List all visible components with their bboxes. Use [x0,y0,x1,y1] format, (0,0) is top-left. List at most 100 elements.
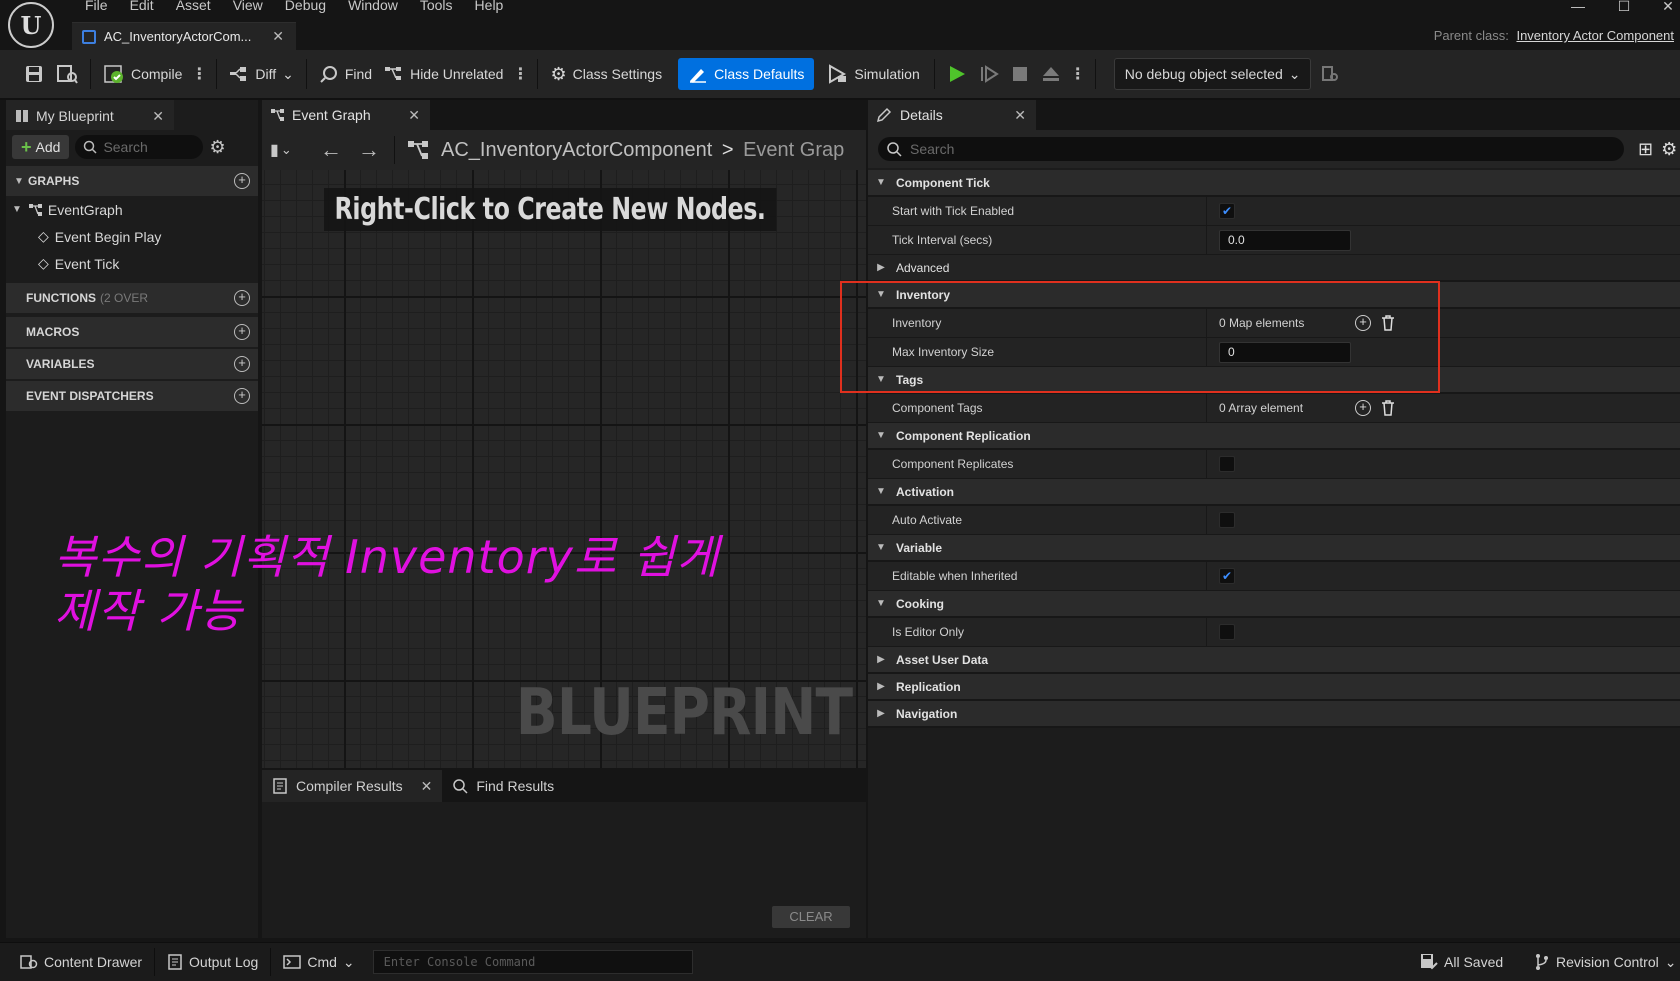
hide-unrelated-button[interactable]: Hide Unrelated [378,58,509,90]
breadcrumb-asset[interactable]: AC_InventoryActorComponent [441,139,712,161]
class-defaults-button[interactable]: Class Defaults [678,58,815,90]
close-tab-icon[interactable]: ✕ [152,108,164,125]
compile-button[interactable]: Compile [97,58,188,90]
hide-unrelated-options-icon[interactable]: ⋮ [509,64,531,84]
section-tags[interactable]: ▼ Tags [868,367,1680,394]
class-settings-button[interactable]: ⚙ Class Settings [544,58,668,90]
section-replication[interactable]: ▶ Replication [868,674,1680,701]
details-tab[interactable]: Details ✕ [868,100,1036,130]
functions-section[interactable]: FUNCTIONS (2 OVER + [6,283,258,313]
menu-debug[interactable]: Debug [274,0,337,14]
find-results-tab[interactable]: Find Results [442,770,564,802]
section-inventory[interactable]: ▼ Inventory [868,282,1680,309]
section-component-tick[interactable]: ▼ Component Tick [868,170,1680,197]
my-blueprint-search[interactable]: Search [75,135,204,159]
menu-view[interactable]: View [222,0,274,14]
find-button[interactable]: Find [313,58,378,90]
step-button[interactable] [973,58,1005,90]
my-blueprint-tab[interactable]: My Blueprint ✕ [6,100,174,130]
menu-file[interactable]: File [74,0,119,14]
document-tab[interactable]: AC_InventoryActorCom... ✕ [72,22,296,50]
forward-arrow-icon[interactable]: → [352,137,386,163]
back-arrow-icon[interactable]: ← [314,137,348,163]
component-replicates-checkbox[interactable] [1219,456,1235,472]
tick-interval-input[interactable]: 0.0 [1219,229,1351,251]
clear-button[interactable]: CLEAR [772,906,850,928]
is-editor-only-checkbox[interactable] [1219,624,1235,640]
output-log-button[interactable]: Output Log [159,947,266,977]
section-label: Activation [896,484,955,499]
add-button[interactable]: + Add [12,135,70,159]
graphs-section[interactable]: ▼ GRAPHS + [6,166,258,196]
menu-tools[interactable]: Tools [409,0,464,14]
tree-item-eventgraph[interactable]: ▼ EventGraph [6,196,258,223]
section-component-replication[interactable]: ▼ Component Replication [868,423,1680,450]
bookmark-button[interactable]: ▮ ⌄ [270,140,310,160]
eject-button[interactable] [1035,58,1067,90]
compiler-results-tab[interactable]: Compiler Results ✕ [262,770,443,802]
play-options-icon[interactable]: ⋮ [1067,64,1089,84]
content-drawer-label: Content Drawer [44,954,143,970]
compile-options-icon[interactable]: ⋮ [188,64,210,84]
browse-button[interactable] [50,58,84,90]
add-variable-icon[interactable]: + [234,356,250,372]
add-graph-icon[interactable]: + [234,173,250,189]
property-tick-interval: Tick Interval (secs) 0.0 [868,226,1680,255]
revision-control-button[interactable]: Revision Control ⌄ [1534,947,1676,977]
console-input[interactable]: Enter Console Command [372,950,693,974]
details-search-input[interactable]: Search [878,137,1624,161]
event-graph-tab[interactable]: Event Graph ✕ [262,100,430,130]
gear-icon[interactable]: ⚙ [209,137,225,158]
add-function-icon[interactable]: + [234,290,250,306]
section-variable[interactable]: ▼ Variable [868,535,1680,562]
start-tick-checkbox[interactable]: ✔ [1219,203,1235,219]
editable-inherited-checkbox[interactable]: ✔ [1219,568,1235,584]
minimize-icon[interactable]: — [1568,0,1588,14]
section-activation[interactable]: ▼ Activation [868,479,1680,506]
trash-icon[interactable] [1381,400,1395,416]
section-advanced[interactable]: ▶ Advanced [868,255,1680,282]
save-button[interactable] [18,58,50,90]
close-window-icon[interactable]: ✕ [1658,0,1678,14]
add-dispatcher-icon[interactable]: + [234,388,250,404]
gear-icon[interactable]: ⚙ [1661,139,1677,160]
add-element-icon[interactable]: + [1355,400,1371,416]
close-tab-icon[interactable]: ✕ [272,28,284,45]
section-asset-user-data[interactable]: ▶ Asset User Data [868,647,1680,674]
menu-edit[interactable]: Edit [119,0,165,14]
section-navigation[interactable]: ▶ Navigation [868,701,1680,728]
maximize-icon[interactable]: ☐ [1614,0,1634,14]
all-saved-button[interactable]: All Saved [1420,947,1503,977]
play-button[interactable] [941,58,973,90]
close-tab-icon[interactable]: ✕ [421,778,433,795]
tree-item-event-begin-play[interactable]: ◇ Event Begin Play [6,223,258,250]
unreal-logo-icon[interactable]: U [8,2,54,48]
debug-object-select[interactable]: No debug object selected ⌄ [1113,58,1312,90]
cmd-button[interactable]: Cmd ⌄ [275,947,362,977]
macros-section[interactable]: MACROS + [6,317,258,347]
add-macro-icon[interactable]: + [234,324,250,340]
diff-button[interactable]: Diff ⌄ [223,58,299,90]
debug-browse-button[interactable] [1315,58,1345,90]
max-inventory-input[interactable]: 0 [1219,341,1351,363]
close-tab-icon[interactable]: ✕ [408,107,420,124]
menu-help[interactable]: Help [464,0,515,14]
tree-item-event-tick[interactable]: ◇ Event Tick [6,250,258,277]
event-dispatchers-section[interactable]: EVENT DISPATCHERS + [6,381,258,411]
menu-asset[interactable]: Asset [165,0,222,14]
debug-browse-icon [1322,66,1339,81]
table-view-icon[interactable]: ⊞ [1638,139,1653,160]
breadcrumb-graph[interactable]: Event Grap [743,139,844,161]
section-cooking[interactable]: ▼ Cooking [868,591,1680,618]
close-tab-icon[interactable]: ✕ [1014,107,1026,124]
graph-canvas[interactable]: Right-Click to Create New Nodes. BLUEPRI… [262,170,866,768]
trash-icon[interactable] [1381,315,1395,331]
content-drawer-button[interactable]: Content Drawer [12,947,150,977]
add-element-icon[interactable]: + [1355,315,1371,331]
variables-section[interactable]: VARIABLES + [6,349,258,379]
simulation-button[interactable]: Simulation [822,58,925,90]
stop-button[interactable] [1005,58,1035,90]
menu-window[interactable]: Window [337,0,409,14]
auto-activate-checkbox[interactable] [1219,512,1235,528]
parent-class-link[interactable]: Inventory Actor Component [1516,28,1674,43]
